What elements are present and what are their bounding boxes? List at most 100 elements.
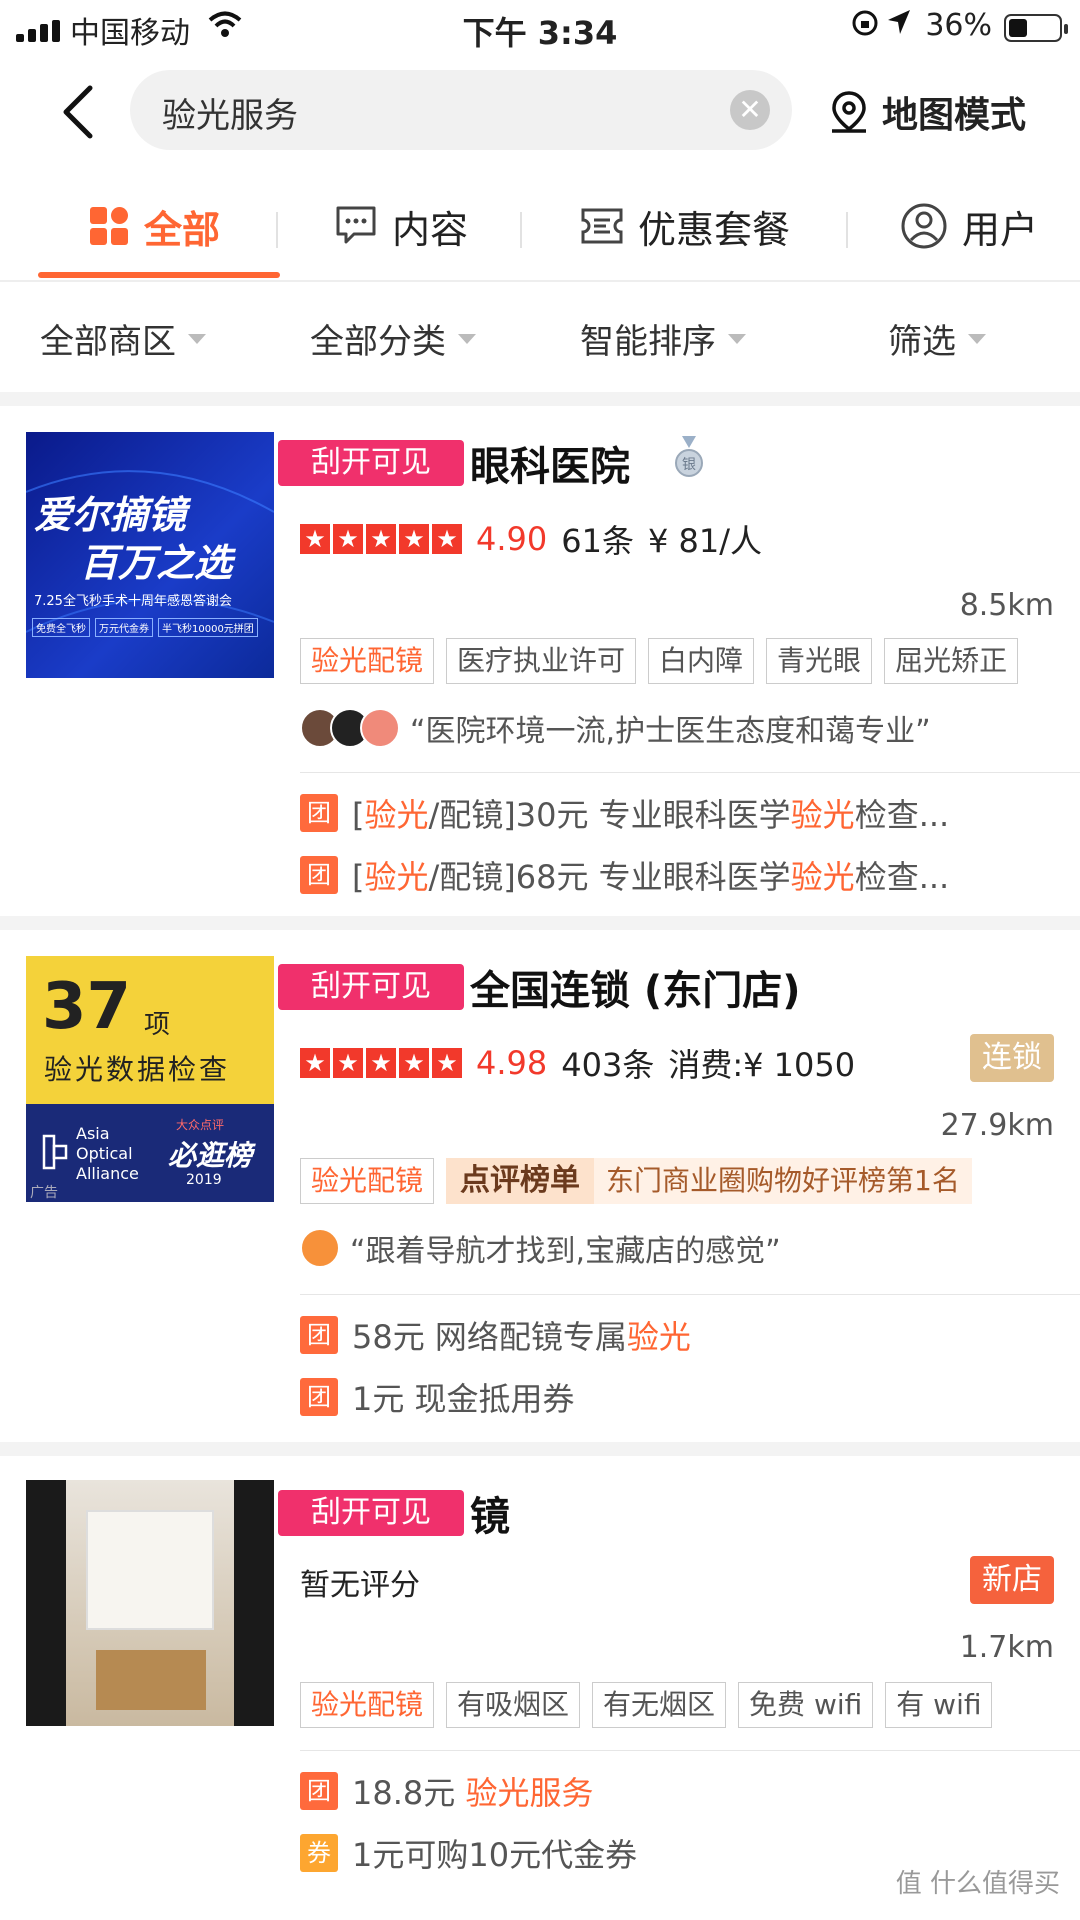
filter-label: 全部分类 bbox=[310, 322, 446, 362]
deal-item[interactable]: 团 [验光/配镜]68元 专业眼科医学验光检查... bbox=[300, 852, 949, 898]
coupon-icon: 券 bbox=[300, 1834, 338, 1872]
section-gap bbox=[0, 916, 1080, 930]
tag: 有吸烟区 bbox=[446, 1682, 581, 1728]
star-icon: ★ bbox=[399, 1048, 429, 1078]
filter-sort[interactable]: 智能排序 bbox=[580, 314, 746, 363]
filter-district[interactable]: 全部商区 bbox=[40, 314, 206, 363]
filter-category[interactable]: 全部分类 bbox=[310, 314, 476, 363]
rating-row: ★ ★ ★ ★ ★ 4.98 403条 消费:¥ 1050 bbox=[300, 1040, 855, 1086]
tab-content[interactable]: 内容 bbox=[334, 198, 468, 254]
shop-name[interactable]: 镜 bbox=[470, 1484, 510, 1542]
door-frame-right bbox=[234, 1480, 274, 1726]
avatar bbox=[360, 708, 400, 748]
alliance-name-line: Asia bbox=[76, 1124, 110, 1143]
shop-listing[interactable]: 37 项 验光数据检查 Asia Optical Alliance 大众点评 必逛榜… bbox=[0, 930, 1080, 1442]
silver-medal-icon: 银 bbox=[674, 436, 704, 480]
award-title: 必逛榜 bbox=[168, 1139, 253, 1172]
promo-title: 验光数据检查 bbox=[44, 1053, 231, 1086]
shop-listing[interactable]: 爱尔摘镜 百万之选 7.25全飞秒手术十周年感恩答谢会 免费全飞秒 万元代金券 … bbox=[0, 406, 1080, 916]
ad-label: 广告 bbox=[30, 1185, 58, 1201]
group-buy-icon: 团 bbox=[300, 1378, 338, 1416]
shop-name[interactable]: 眼科医院 bbox=[470, 434, 630, 492]
star-icon: ★ bbox=[300, 1048, 330, 1078]
shop-photo bbox=[26, 1480, 274, 1726]
clear-search-button[interactable]: ✕ bbox=[730, 90, 770, 130]
filter-more[interactable]: 筛选 bbox=[888, 314, 986, 363]
tag: 免费 wifi bbox=[738, 1682, 874, 1728]
caret-down-icon bbox=[458, 333, 476, 344]
group-buy-icon: 团 bbox=[300, 1316, 338, 1354]
deal-item[interactable]: 团 18.8元 验光服务 bbox=[300, 1768, 593, 1814]
back-button[interactable] bbox=[58, 82, 106, 142]
deal-item[interactable]: 团 58元 网络配镜专属验光 bbox=[300, 1312, 691, 1358]
shop-photo: 爱尔摘镜 百万之选 7.25全飞秒手术十周年感恩答谢会 免费全飞秒 万元代金券 … bbox=[26, 432, 274, 678]
watermark: 值 什么值得买 bbox=[895, 1869, 1060, 1899]
tag: 青光眼 bbox=[766, 638, 873, 684]
tab-divider bbox=[846, 212, 848, 248]
no-rating: 暂无评分 bbox=[300, 1568, 420, 1603]
door-frame-left bbox=[26, 1480, 66, 1726]
clock: 下午 3:34 bbox=[462, 14, 618, 52]
filter-label: 筛选 bbox=[888, 322, 956, 362]
star-rating: ★ ★ ★ ★ ★ bbox=[300, 524, 462, 554]
ticket-icon bbox=[581, 208, 623, 244]
deal-text: [验光/配镜]30元 专业眼科医学验光检查... bbox=[352, 790, 949, 836]
reviewer-avatars bbox=[300, 708, 400, 748]
deal-text-part: 58元 网络配镜专属 bbox=[352, 1318, 627, 1356]
tag: 医疗执业许可 bbox=[446, 638, 637, 684]
deal-highlight: 验光 bbox=[790, 796, 855, 834]
review-text: “医院环境一流,护士医生态度和蔼专业” bbox=[410, 714, 931, 749]
search-input[interactable]: 验光服务 ✕ bbox=[130, 70, 792, 150]
tab-all[interactable]: 全部 bbox=[88, 198, 220, 254]
section-gap bbox=[0, 392, 1080, 406]
tab-label: 内容 bbox=[392, 207, 469, 252]
caret-down-icon bbox=[968, 333, 986, 344]
avg-price: ¥ 81/人 bbox=[647, 522, 763, 560]
review-text: “跟着导航才找到,宝藏店的感觉” bbox=[350, 1234, 781, 1269]
shop-listing[interactable]: 刮开可见 镜 暂无评分 新店 1.7km 验光配镜 有吸烟区 有无烟区 免费 w… bbox=[0, 1456, 1080, 1920]
star-icon: ★ bbox=[300, 524, 330, 554]
tag: 验光配镜 bbox=[300, 1682, 435, 1728]
tag-list: 验光配镜 有吸烟区 有无烟区 免费 wifi 有 wifi bbox=[300, 1682, 993, 1728]
map-mode-button[interactable]: 地图模式 bbox=[828, 84, 1026, 140]
active-tab-indicator bbox=[38, 272, 280, 278]
promo-line3: 7.25全飞秒手术十周年感恩答谢会 bbox=[34, 594, 232, 609]
star-icon: ★ bbox=[432, 1048, 462, 1078]
chat-icon bbox=[336, 206, 376, 244]
deal-text-part: 18.8元 bbox=[352, 1774, 466, 1812]
tab-bar: 全部 内容 优惠套餐 用户 bbox=[0, 180, 1080, 280]
deal-item[interactable]: 团 [验光/配镜]30元 专业眼科医学验光检查... bbox=[300, 790, 949, 836]
tag: 有 wifi bbox=[885, 1682, 993, 1728]
filter-bar: 全部商区 全部分类 智能排序 筛选 bbox=[0, 282, 1080, 392]
promo-chips: 免费全飞秒 万元代金券 半飞秒10000元拼团 bbox=[32, 618, 258, 637]
caret-down-icon bbox=[728, 333, 746, 344]
deal-item[interactable]: 团 1元 现金抵用券 bbox=[300, 1374, 575, 1420]
tab-label: 用户 bbox=[962, 207, 1039, 252]
tab-deals[interactable]: 优惠套餐 bbox=[580, 198, 790, 254]
deal-text-part: 检查... bbox=[854, 796, 950, 834]
alliance-logo-icon bbox=[42, 1134, 68, 1170]
tag: 有无烟区 bbox=[592, 1682, 727, 1728]
medal-label: 银 bbox=[682, 457, 696, 473]
avg-price: 消费:¥ 1050 bbox=[668, 1046, 856, 1084]
grid-icon bbox=[90, 207, 128, 245]
promo-chip: 万元代金券 bbox=[95, 618, 153, 637]
new-store-badge: 新店 bbox=[970, 1556, 1054, 1604]
distance: 27.9km bbox=[940, 1108, 1054, 1143]
deal-item[interactable]: 券 1元可购10元代金券 bbox=[300, 1830, 637, 1876]
tab-divider bbox=[520, 212, 522, 248]
tag-list: 验光配镜 点评榜单 东门商业圈购物好评榜第1名 bbox=[300, 1158, 972, 1204]
divider bbox=[300, 1294, 1080, 1295]
shop-name[interactable]: 全国连锁 (东门店) bbox=[470, 958, 801, 1016]
tag: 白内障 bbox=[648, 638, 755, 684]
deal-text: 58元 网络配镜专属验光 bbox=[352, 1312, 691, 1358]
tab-users[interactable]: 用户 bbox=[900, 198, 1038, 254]
chevron-left-icon bbox=[63, 85, 93, 139]
ranking-tag[interactable]: 点评榜单 东门商业圈购物好评榜第1名 bbox=[446, 1158, 972, 1204]
review-count: 61条 bbox=[561, 522, 634, 560]
tag: 屈光矫正 bbox=[884, 638, 1019, 684]
user-icon bbox=[901, 203, 947, 249]
distance: 1.7km bbox=[959, 1630, 1054, 1665]
promo-chip: 免费全飞秒 bbox=[32, 618, 90, 637]
divider bbox=[300, 772, 1080, 773]
